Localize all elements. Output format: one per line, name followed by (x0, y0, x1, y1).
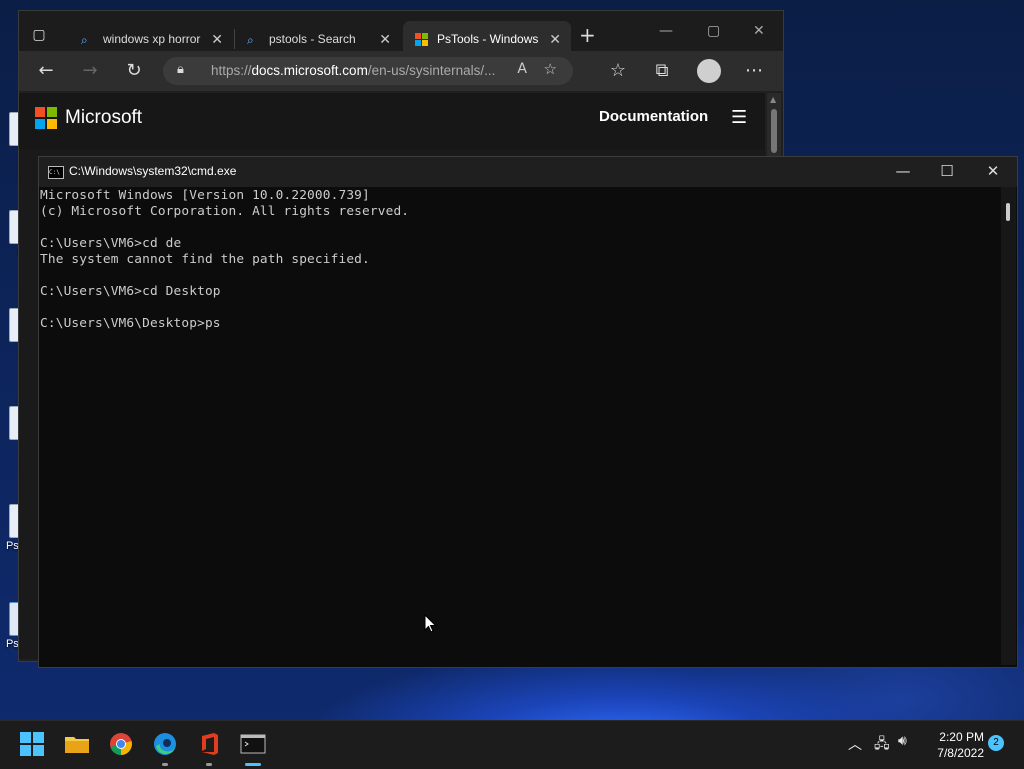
site-header: Microsoft Documentation ☰ (19, 93, 765, 149)
close-icon[interactable]: ✕ (211, 31, 223, 48)
cmd-scrollbar[interactable] (1001, 187, 1016, 665)
favorites-icon[interactable]: ☆ (607, 60, 629, 82)
console-line: Microsoft Windows [Version 10.0.22000.73… (40, 188, 370, 203)
network-icon[interactable]: 🖧︎ (874, 733, 890, 757)
search-icon: ⌕ (247, 33, 254, 47)
notification-badge[interactable]: 2 (988, 735, 1004, 751)
console-line: The system cannot find the path specifie… (40, 252, 370, 267)
tab-label: PsTools - Windows (437, 32, 539, 46)
console-line: C:\Users\VM6>cd Desktop (40, 284, 221, 299)
minimize-icon[interactable]: — (893, 162, 913, 180)
running-indicator (206, 763, 212, 766)
lock-icon: 🔒︎ (177, 62, 184, 77)
running-indicator (162, 763, 168, 766)
close-window-icon[interactable]: ✕ (753, 23, 765, 39)
read-aloud-icon[interactable]: A (517, 61, 527, 77)
close-icon[interactable]: ✕ (379, 31, 391, 48)
documentation-link[interactable]: Documentation (599, 108, 708, 125)
scroll-thumb[interactable] (771, 109, 777, 153)
scroll-up-icon[interactable]: ▲ (770, 95, 776, 104)
site-brand[interactable]: Microsoft (65, 107, 142, 129)
forward-icon[interactable]: → (79, 60, 101, 82)
tab-label: pstools - Search (269, 32, 356, 46)
console-line: C:\Users\VM6>cd de (40, 236, 182, 251)
profile-avatar[interactable] (697, 59, 721, 83)
menu-icon[interactable]: ☰ (731, 107, 747, 128)
close-icon[interactable]: ✕ (549, 31, 561, 48)
browser-toolbar: ← → ↻ 🔒︎ https://docs.microsoft.com/en-u… (19, 51, 783, 91)
maximize-icon[interactable]: ▢ (707, 23, 720, 39)
taskbar: ︿ 🖧︎ 🔊︎ 2:20 PM 7/8/2022 2 (0, 720, 1024, 769)
edge-icon[interactable] (152, 731, 178, 757)
add-favorite-icon[interactable]: ☆ (544, 60, 557, 78)
microsoft-logo-icon (415, 33, 429, 47)
file-explorer-icon[interactable] (64, 731, 90, 757)
cmd-title: C:\Windows\system32\cmd.exe (69, 164, 237, 178)
scroll-thumb[interactable] (1006, 203, 1010, 221)
office-icon[interactable] (196, 731, 222, 757)
tab-actions-icon[interactable]: ▢ (31, 27, 47, 43)
cmd-title-bar[interactable]: C:\ C:\Windows\system32\cmd.exe — ☐ ✕ (39, 157, 1017, 187)
close-window-icon[interactable]: ✕ (983, 162, 1003, 180)
clock[interactable]: 2:20 PM 7/8/2022 (924, 729, 984, 761)
tab-label: windows xp horror (103, 32, 201, 46)
start-button[interactable] (20, 731, 46, 757)
search-icon: ⌕ (81, 33, 88, 47)
refresh-icon[interactable]: ↻ (123, 60, 145, 82)
maximize-icon[interactable]: ☐ (937, 162, 957, 180)
clock-date: 7/8/2022 (937, 746, 984, 760)
microsoft-logo-icon[interactable] (35, 107, 57, 129)
new-tab-icon[interactable]: + (579, 25, 596, 45)
cmd-window: C:\ C:\Windows\system32\cmd.exe — ☐ ✕ Mi… (38, 156, 1018, 668)
console-output[interactable]: Microsoft Windows [Version 10.0.22000.73… (39, 187, 999, 665)
console-line: (c) Microsoft Corporation. All rights re… (40, 204, 410, 219)
back-icon[interactable]: ← (35, 60, 57, 82)
chrome-icon[interactable] (108, 731, 134, 757)
url-text: https://docs.microsoft.com/en-us/sysinte… (211, 63, 496, 78)
minimize-icon[interactable]: — (659, 23, 673, 39)
running-indicator-active (245, 763, 261, 766)
chevron-up-icon[interactable]: ︿ (848, 734, 862, 754)
command-prompt-icon[interactable] (240, 731, 266, 757)
collections-icon[interactable]: ⧉ (651, 60, 673, 82)
volume-icon[interactable]: 🔊︎ (898, 733, 907, 749)
clock-time: 2:20 PM (939, 730, 984, 744)
console-prompt-line[interactable]: C:\Users\VM6\Desktop>ps (40, 316, 221, 331)
address-bar[interactable]: 🔒︎ https://docs.microsoft.com/en-us/sysi… (163, 57, 573, 85)
cmd-app-icon: C:\ (48, 166, 64, 179)
more-icon[interactable]: ⋯ (743, 60, 765, 82)
